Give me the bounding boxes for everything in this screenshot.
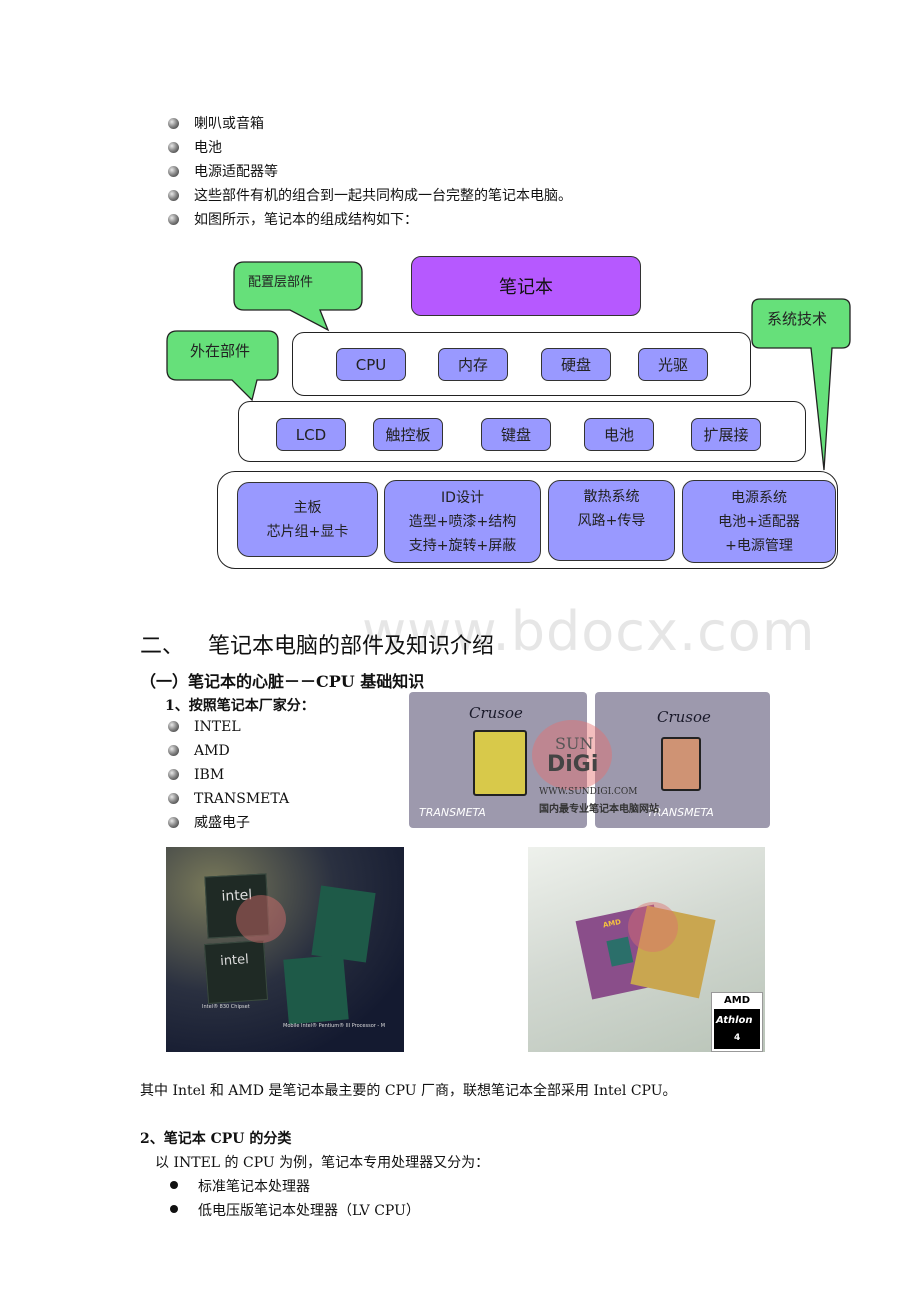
transmeta-crusoe-image: Crusoe TRANSMETA Crusoe TRANSMETA SUN Di… <box>407 690 772 830</box>
box-cpu: CPU <box>336 348 406 381</box>
bullet-ball-icon <box>168 721 179 732</box>
intel-chip-2: intel <box>203 939 269 1005</box>
box-lcd: LCD <box>276 418 346 451</box>
callout-system-label: 系统技术 <box>767 310 828 328</box>
bullet-ball-icon <box>168 817 179 828</box>
bullet-ball-icon <box>168 745 179 756</box>
diagram-root-notebook: 笔记本 <box>411 256 641 316</box>
bullet-dot-icon <box>170 1181 178 1189</box>
sundigi-watermark-digi: DiGi <box>547 752 599 777</box>
box-expansion: 扩展接 <box>691 418 761 451</box>
box-optical: 光驱 <box>638 348 708 381</box>
pentium-chip-2 <box>283 954 349 1025</box>
sundigi-watermark-sun: SUN <box>555 734 594 753</box>
box-mainboard: 主板 芯片组+显卡 <box>237 482 378 557</box>
box-cooling: 散热系统 风路+传导 <box>548 480 675 561</box>
bullet-ball-icon <box>168 793 179 804</box>
cpu-class-heading: 2、笔记本 CPU 的分类 <box>140 1131 292 1147</box>
box-id-design: ID设计 造型+喷漆+结构 支持+旋转+屏蔽 <box>384 480 541 563</box>
sundigi-watermark-circle <box>628 902 678 952</box>
box-keyboard: 键盘 <box>481 418 551 451</box>
callout-external-label: 外在部件 <box>190 342 251 360</box>
subsection-heading: （一）笔记本的心脏－－CPU 基础知识 <box>140 672 425 691</box>
summary-paragraph: 其中 Intel 和 AMD 是笔记本最主要的 CPU 厂商，联想笔记本全部采用… <box>140 1083 677 1099</box>
chip-die-copper <box>661 737 701 791</box>
box-harddisk: 硬盘 <box>541 348 611 381</box>
callout-config-label: 配置层部件 <box>248 275 314 290</box>
section-heading: 二、 笔记本电脑的部件及知识介绍 <box>140 634 495 659</box>
amd-athlon-image: AMD AMD Athlon 4 <box>528 847 765 1052</box>
box-battery: 电池 <box>584 418 654 451</box>
bullet-dot-icon <box>170 1205 178 1213</box>
intel-chips-image: intel intel Intel® 830 Chipset Mobile In… <box>166 847 404 1052</box>
amd-athlon-logo: AMD Athlon 4 <box>711 992 763 1052</box>
chip-die-gold <box>473 730 527 796</box>
cpu-class-intro: 以 INTEL 的 CPU 为例，笔记本专用处理器又分为： <box>155 1155 490 1171</box>
pentium-chip-1 <box>311 885 376 963</box>
bullet-ball-icon <box>168 769 179 780</box>
box-memory: 内存 <box>438 348 508 381</box>
box-touchpad: 触控板 <box>373 418 443 451</box>
amd-cpu-die <box>606 936 634 967</box>
item-heading: 1、按照笔记本厂家分： <box>165 698 315 714</box>
box-power: 电源系统 电池+适配器 +电源管理 <box>682 480 836 563</box>
sundigi-watermark-circle <box>236 895 286 943</box>
